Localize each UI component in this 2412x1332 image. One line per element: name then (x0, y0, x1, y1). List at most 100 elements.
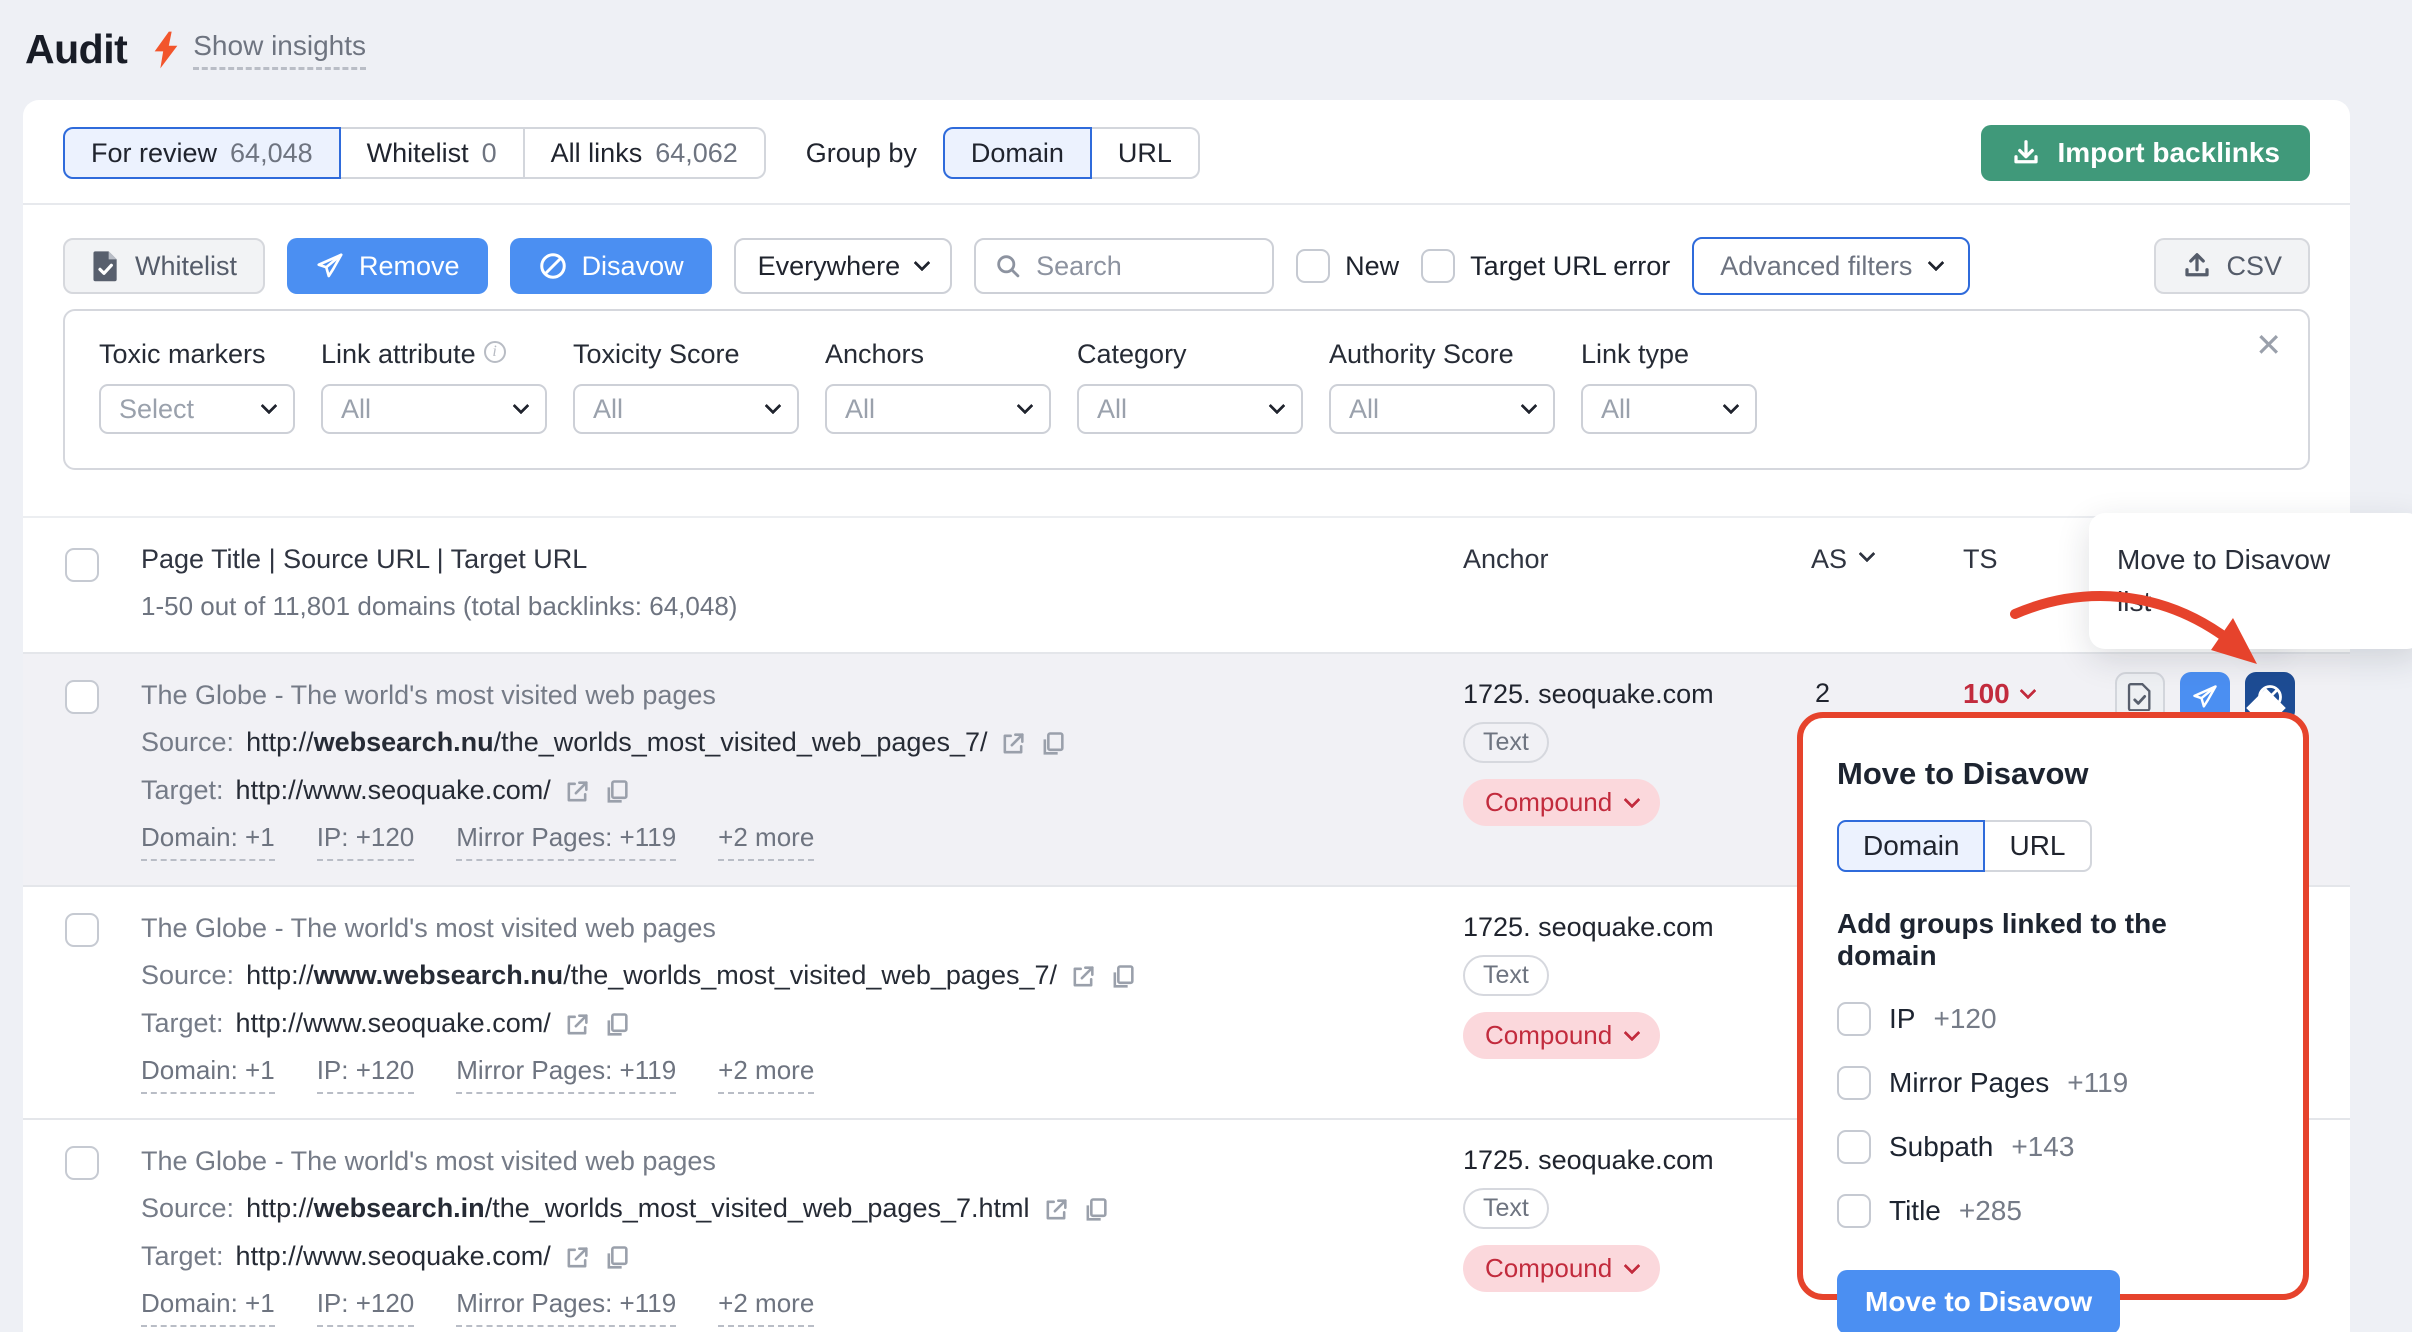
anchor-type-badge: Text (1463, 722, 1549, 763)
filter-toxicity-score: Toxicity Score All (573, 339, 799, 434)
group-by-switch: Domain URL (943, 127, 1200, 179)
external-link-icon[interactable] (1042, 1196, 1070, 1224)
move-to-disavow-popup: Move to Disavow Domain URL Add groups li… (1797, 712, 2309, 1300)
group-link-more[interactable]: +2 more (718, 822, 814, 861)
page-header: Audit Show insights (0, 0, 2412, 73)
group-link-mirror-pages[interactable]: Mirror Pages: +119 (456, 822, 676, 861)
move-to-disavow-tooltip: Move to Disavow list (2089, 513, 2412, 649)
toxicity-score-select[interactable]: All (573, 384, 799, 434)
column-header-as-sort[interactable]: AS (1793, 544, 1943, 622)
group-link-mirror-pages[interactable]: Mirror Pages: +119 (456, 1288, 676, 1327)
info-icon: i (484, 341, 506, 363)
compound-badge[interactable]: Compound (1463, 779, 1660, 826)
popup-groups-title: Add groups linked to the domain (1837, 908, 2269, 972)
move-to-disavow-button[interactable]: Move to Disavow (1837, 1270, 2120, 1332)
column-header-anchor: Anchor (1463, 544, 1793, 622)
chevron-down-icon (914, 255, 931, 272)
anchor-value: 1725. seoquake.com (1463, 672, 1793, 716)
toxic-markers-select[interactable]: Select (99, 384, 295, 434)
mirror-pages-checkbox[interactable] (1837, 1066, 1871, 1100)
row-source-url: Source: http://www.websearch.nu/the_worl… (141, 951, 1463, 999)
chevron-down-icon (1624, 1257, 1641, 1274)
group-link-more[interactable]: +2 more (718, 1055, 814, 1094)
show-insights-link[interactable]: Show insights (193, 30, 366, 70)
copy-icon[interactable] (1109, 963, 1137, 991)
chevron-down-icon (513, 398, 530, 415)
group-link-ip[interactable]: IP: +120 (317, 1288, 415, 1327)
import-backlinks-button[interactable]: Import backlinks (1981, 125, 2310, 181)
close-icon[interactable]: ✕ (2255, 329, 2282, 361)
search-input[interactable] (1036, 251, 1254, 282)
anchors-select[interactable]: All (825, 384, 1051, 434)
external-link-icon[interactable] (563, 1244, 591, 1272)
ip-checkbox[interactable] (1837, 1002, 1871, 1036)
filter-category: Category All (1077, 339, 1303, 434)
group-link-more[interactable]: +2 more (718, 1288, 814, 1327)
row-page-title: The Globe - The world's most visited web… (141, 905, 1463, 951)
subpath-checkbox[interactable] (1837, 1130, 1871, 1164)
group-link-domain[interactable]: Domain: +1 (141, 1055, 275, 1094)
tab-for-review[interactable]: For review 64,048 (63, 127, 341, 179)
row-group-links: Domain: +1 IP: +120 Mirror Pages: +119 +… (141, 1288, 1463, 1327)
filter-toxic-markers: Toxic markers Select (99, 339, 295, 434)
chevron-down-icon (1521, 398, 1538, 415)
title-checkbox[interactable] (1837, 1194, 1871, 1228)
group-link-ip[interactable]: IP: +120 (317, 1055, 415, 1094)
divider (23, 203, 2350, 205)
group-link-domain[interactable]: Domain: +1 (141, 1288, 275, 1327)
chevron-down-icon (1723, 398, 1740, 415)
for-review-count: 64,048 (230, 138, 313, 169)
whitelist-button[interactable]: Whitelist (63, 238, 265, 294)
compound-badge[interactable]: Compound (1463, 1012, 1660, 1059)
group-link-ip[interactable]: IP: +120 (317, 822, 415, 861)
export-csv-button[interactable]: CSV (2154, 238, 2310, 294)
filters-panel: Toxic markers Select Link attribute i Al… (63, 309, 2310, 470)
group-link-mirror-pages[interactable]: Mirror Pages: +119 (456, 1055, 676, 1094)
tab-all-links[interactable]: All links 64,062 (525, 127, 766, 179)
link-attribute-select[interactable]: All (321, 384, 547, 434)
disavow-button[interactable]: Disavow (510, 238, 712, 294)
new-checkbox[interactable] (1296, 249, 1330, 283)
target-url-error-filter[interactable]: Target URL error (1421, 249, 1670, 283)
link-type-select[interactable]: All (1581, 384, 1757, 434)
copy-icon[interactable] (603, 1011, 631, 1039)
scope-select[interactable]: Everywhere (734, 238, 953, 294)
external-link-icon[interactable] (563, 1011, 591, 1039)
filter-authority-score: Authority Score All (1329, 339, 1555, 434)
external-link-icon[interactable] (999, 730, 1027, 758)
external-link-icon[interactable] (1069, 963, 1097, 991)
paper-plane-icon (315, 251, 345, 281)
row-group-links: Domain: +1 IP: +120 Mirror Pages: +119 +… (141, 1055, 1463, 1094)
row-checkbox[interactable] (65, 913, 99, 947)
copy-icon[interactable] (1039, 730, 1067, 758)
group-by-url[interactable]: URL (1092, 127, 1200, 179)
authority-score-select[interactable]: All (1329, 384, 1555, 434)
popup-group-mirror-pages[interactable]: Mirror Pages +119 (1837, 1066, 2269, 1100)
popup-tab-domain[interactable]: Domain (1837, 820, 1985, 872)
copy-icon[interactable] (1082, 1196, 1110, 1224)
row-target-url: Target: http://www.seoquake.com/ (141, 766, 1463, 814)
tab-whitelist[interactable]: Whitelist 0 (341, 127, 525, 179)
select-all-checkbox[interactable] (65, 548, 99, 582)
group-by-domain[interactable]: Domain (943, 127, 1092, 179)
group-link-domain[interactable]: Domain: +1 (141, 822, 275, 861)
popup-tab-url[interactable]: URL (1985, 820, 2091, 872)
copy-icon[interactable] (603, 778, 631, 806)
row-source-url: Source: http://websearch.in/the_worlds_m… (141, 1184, 1463, 1232)
popup-group-title[interactable]: Title +285 (1837, 1194, 2269, 1228)
popup-group-ip[interactable]: IP +120 (1837, 1002, 2269, 1036)
whitelist-count: 0 (482, 138, 497, 169)
new-filter[interactable]: New (1296, 249, 1399, 283)
target-url-error-checkbox[interactable] (1421, 249, 1455, 283)
row-checkbox[interactable] (65, 680, 99, 714)
compound-badge[interactable]: Compound (1463, 1245, 1660, 1292)
external-link-icon[interactable] (563, 778, 591, 806)
row-checkbox[interactable] (65, 1146, 99, 1180)
advanced-filters-button[interactable]: Advanced filters (1692, 237, 1970, 295)
ts-value-dropdown[interactable]: 100 (1963, 678, 2034, 710)
copy-icon[interactable] (603, 1244, 631, 1272)
chevron-down-icon (2019, 683, 2036, 700)
popup-group-subpath[interactable]: Subpath +143 (1837, 1130, 2269, 1164)
category-select[interactable]: All (1077, 384, 1303, 434)
remove-button[interactable]: Remove (287, 238, 488, 294)
